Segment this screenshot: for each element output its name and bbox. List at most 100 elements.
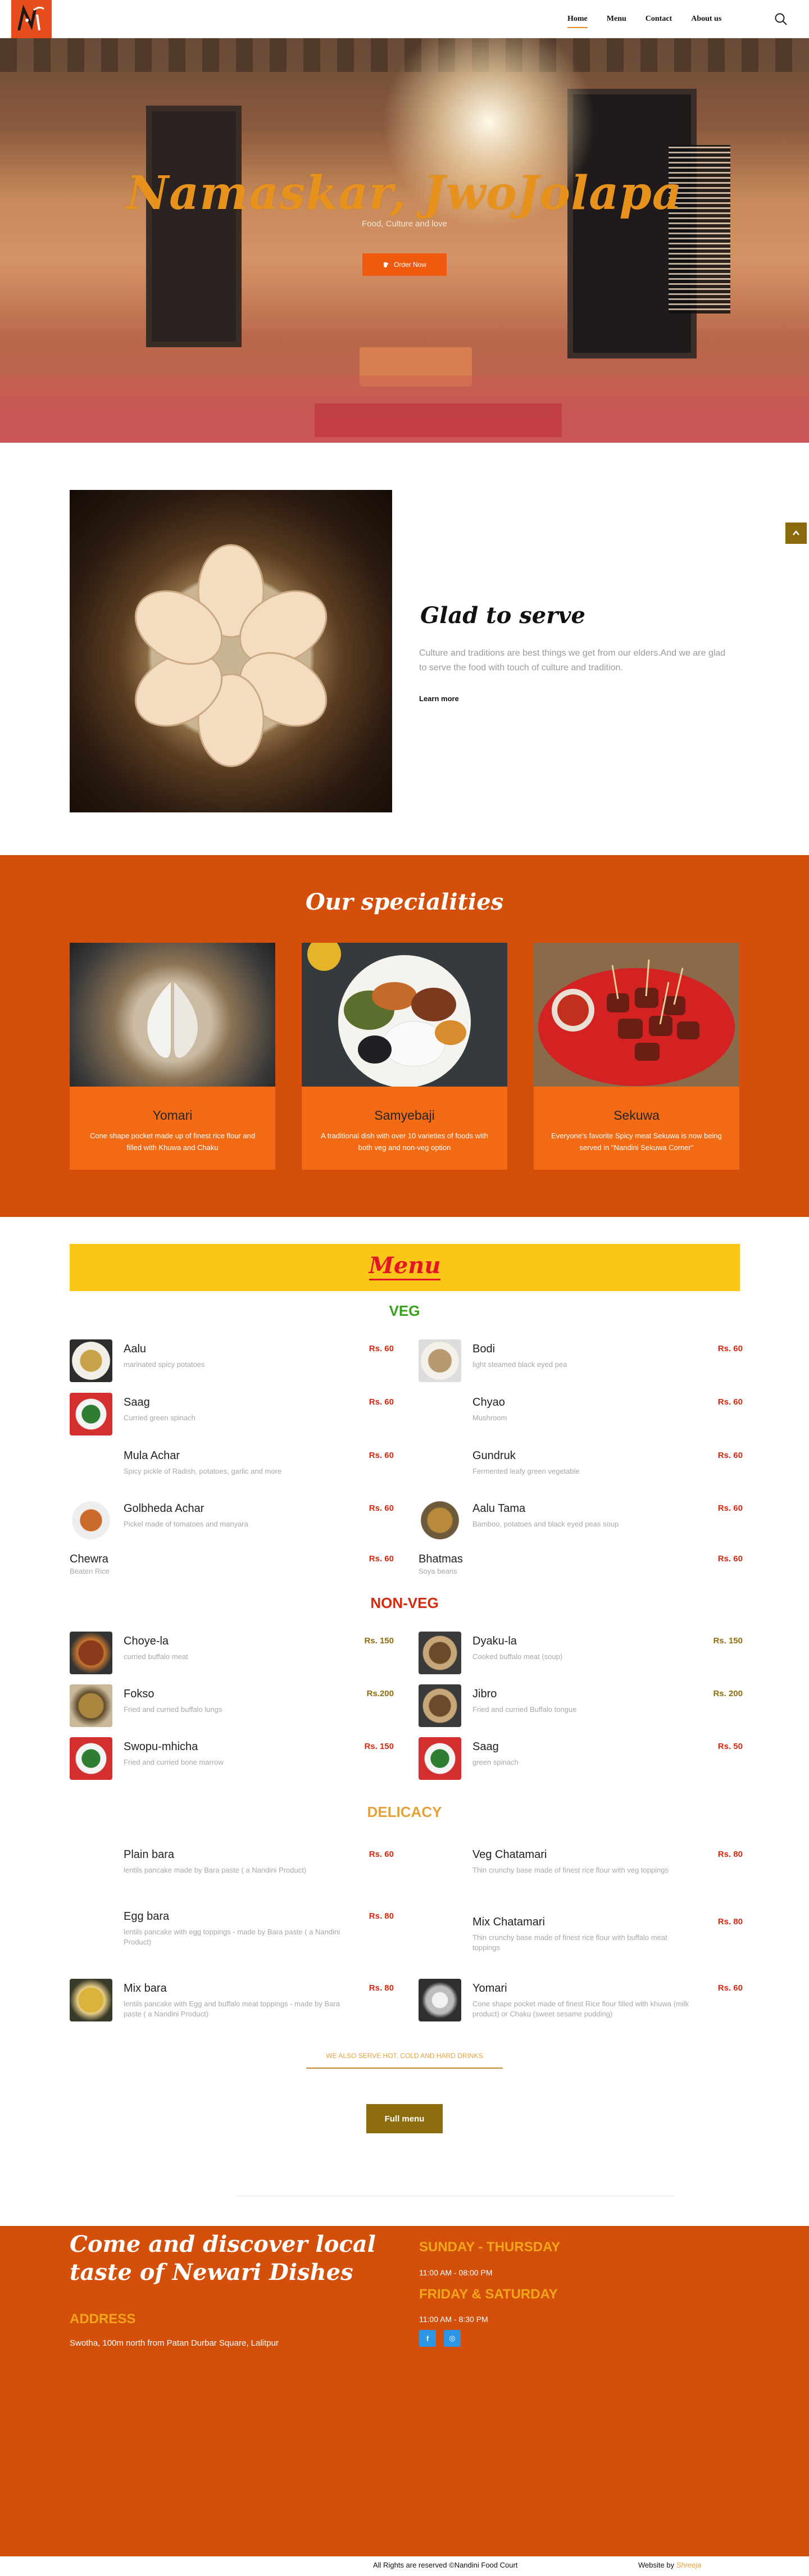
item-desc: Spicy pickle of Radish, potatoes, garlic… [124, 1467, 282, 1475]
item-desc: Fermented leafy green vegetable [472, 1467, 580, 1475]
credit-text: Website by Shreeja [638, 2561, 702, 2569]
footer: Come and discover local taste of Newari … [0, 2226, 809, 2556]
menu-item[interactable]: Mix Chatamari Thin crunchy base made of … [472, 1912, 743, 1957]
menu-item[interactable]: Swopu-mhicha Fried and curried bone marr… [70, 1737, 394, 1782]
yomari-illustration [147, 982, 198, 1058]
item-desc: marinated spicy potatoes [124, 1360, 205, 1369]
menu-header: Menu [70, 1244, 740, 1291]
item-name: Saag [124, 1396, 150, 1409]
item-name: Chyao [472, 1396, 505, 1409]
item-price: Rs. 60 [369, 1850, 394, 1859]
item-desc: light steamed black eyed pea [472, 1360, 567, 1369]
menu-item[interactable]: Fokso Fried and curried buffalo lungs Rs… [70, 1684, 394, 1729]
order-now-button[interactable]: Order Now [362, 253, 447, 276]
item-name: Aalu Tama [472, 1502, 526, 1515]
search-icon[interactable] [774, 12, 788, 26]
item-desc: Thin crunchy base made of finest rice fl… [472, 1933, 667, 1952]
menu-title: Menu [369, 1253, 441, 1280]
item-price: Rs. 80 [717, 1850, 743, 1859]
item-name: Egg bara [124, 1910, 170, 1923]
nav-contact[interactable]: Contact [646, 0, 672, 38]
item-name: Dyaku-la [472, 1635, 517, 1647]
menu-item[interactable]: Bodi light steamed black eyed pea Rs. 60 [419, 1339, 743, 1384]
menu-item[interactable]: Choye-la curried buffalo meat Rs. 150 [70, 1632, 394, 1677]
speciality-card[interactable]: Samyebaji A traditional dish with over 1… [302, 943, 507, 1170]
address-title: ADDRESS [70, 2311, 136, 2327]
menu-item[interactable]: Saag green spinach Rs. 50 [419, 1737, 743, 1782]
item-desc: Fried and curried Buffalo tongue [472, 1705, 577, 1714]
fokso-image [70, 1684, 112, 1727]
site-logo[interactable] [11, 0, 52, 38]
item-desc: Cone shape pocket made of finest Rice fl… [472, 2000, 689, 2018]
speciality-card[interactable]: Sekuwa Everyone's favorite Spicy meat Se… [534, 943, 739, 1170]
choye-la-image [70, 1632, 112, 1674]
drinks-note: WE ALSO SERVE HOT, COLD AND HARD DRINKS [306, 2052, 503, 2069]
menu-item[interactable]: Gundruk Fermented leafy green vegetable … [472, 1446, 743, 1491]
nav-home[interactable]: Home [567, 0, 588, 38]
aalu-tama-image [419, 1499, 461, 1542]
logo-icon [17, 4, 44, 31]
dyaku-la-image [419, 1632, 461, 1674]
item-desc: Cooked buffalo meat (soup) [472, 1652, 563, 1661]
credit-prefix: Website by [638, 2561, 676, 2569]
item-desc: Bamboo, potatoes and black eyed peas sou… [472, 1520, 619, 1528]
weekdays-hours: 11:00 AM - 08:00 PM [419, 2268, 493, 2277]
item-name: Choye-la [124, 1635, 169, 1647]
facebook-icon[interactable]: f [419, 2330, 436, 2347]
menu-item[interactable]: Aalu marinated spicy potatoes Rs. 60 [70, 1339, 394, 1384]
menu-item[interactable]: Mula Achar Spicy pickle of Radish, potat… [124, 1446, 394, 1491]
menu-item[interactable]: Veg Chatamari Thin crunchy base made of … [472, 1845, 743, 1890]
menu-item[interactable]: Golbheda Achar Pickel made of tomatoes a… [70, 1499, 394, 1544]
item-desc: Beaten Rice [70, 1567, 110, 1575]
item-price: Rs.200 [366, 1689, 394, 1698]
nav-about-us[interactable]: About us [691, 0, 721, 38]
menu-item[interactable]: Dyaku-la Cooked buffalo meat (soup) Rs. … [419, 1632, 743, 1677]
item-price: Rs. 60 [369, 1451, 394, 1460]
item-name: Veg Chatamari [472, 1848, 547, 1861]
scroll-to-top-button[interactable] [785, 523, 807, 544]
learn-more-link[interactable]: Learn more [419, 694, 459, 703]
menu-item[interactable]: Plain bara lentils pancake made by Bara … [124, 1845, 394, 1890]
item-price: Rs. 80 [369, 1983, 394, 1993]
item-desc: lentils pancake made by Bara paste ( a N… [124, 1866, 307, 1874]
specialities-title: Our specialities [305, 889, 504, 915]
samyebaji-image [302, 943, 507, 1087]
footer-title: Come and discover local taste of Newari … [70, 2231, 376, 2286]
nav-menu[interactable]: Menu [607, 0, 626, 38]
bodi-image [419, 1339, 461, 1382]
item-price: Rs. 60 [369, 1344, 394, 1353]
speciality-card[interactable]: Yomari Cone shape pocket made up of fine… [70, 943, 275, 1170]
credit-link[interactable]: Shreeja [676, 2561, 702, 2569]
menu-item[interactable]: Egg bara lentils pancake with egg toppin… [124, 1907, 394, 1952]
menu-item[interactable]: Yomari Cone shape pocket made of finest … [419, 1979, 743, 2024]
samyebaji-illustration [307, 943, 471, 1087]
speciality-caption: Samyebaji A traditional dish with over 1… [302, 1087, 507, 1170]
item-desc: Fried and curried bone marrow [124, 1758, 224, 1766]
jibro-image [419, 1684, 461, 1727]
about-title: Glad to serve [420, 602, 585, 629]
menu-item[interactable]: Jibro Fried and curried Buffalo tongue R… [419, 1684, 743, 1729]
speciality-desc: A traditional dish with over 10 varietie… [321, 1132, 488, 1152]
menu-item[interactable]: Chewra Beaten Rice Rs. 60 [70, 1550, 394, 1594]
menu-item[interactable]: Aalu Tama Bamboo, potatoes and black eye… [419, 1499, 743, 1544]
nonveg-title: NON-VEG [370, 1594, 439, 1611]
item-price: Rs. 60 [717, 1397, 743, 1407]
menu-item[interactable]: Chyao Mushroom Rs. 60 [472, 1393, 743, 1438]
item-desc: green spinach [472, 1758, 519, 1766]
menu-item[interactable]: Saag Curried green spinach Rs. 60 [70, 1393, 394, 1438]
full-menu-button[interactable]: Full menu [366, 2104, 443, 2133]
item-price: Rs. 60 [369, 1554, 394, 1564]
item-name: Mix Chatamari [472, 1916, 545, 1928]
instagram-icon[interactable]: ◎ [444, 2330, 461, 2347]
aalu-image [70, 1339, 112, 1382]
order-now-label: Order Now [393, 261, 426, 269]
speciality-desc: Cone shape pocket made up of finest rice… [89, 1132, 256, 1152]
item-price: Rs. 150 [713, 1636, 743, 1646]
item-name: Yomari [472, 1982, 507, 1995]
menu-item[interactable]: Bhatmas Soya beans Rs. 60 [419, 1550, 743, 1594]
item-price: Rs. 200 [713, 1689, 743, 1698]
item-price: Rs. 60 [369, 1503, 394, 1513]
mix-bara-image [70, 1979, 112, 2021]
yomari-dumplings-illustration [134, 544, 328, 767]
menu-item[interactable]: Mix bara lentils pancake with Egg and bu… [70, 1979, 394, 2024]
